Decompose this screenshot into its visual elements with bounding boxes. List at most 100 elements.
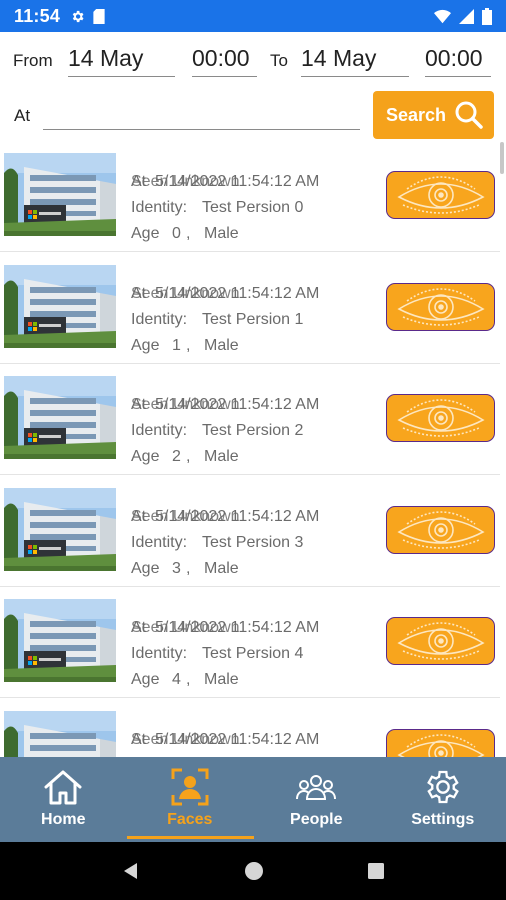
view-face-button[interactable]	[386, 506, 495, 554]
age-separator: ,	[186, 337, 191, 354]
building-thumbnail	[4, 599, 116, 682]
from-label: From	[13, 51, 53, 70]
nav-people-label: People	[290, 811, 343, 828]
seen-timestamp: At 5/14/2022 11:54:12 AM	[131, 619, 320, 636]
nav-people[interactable]: People	[253, 757, 380, 842]
age-label: Age	[131, 448, 160, 465]
status-right-icons	[434, 7, 492, 25]
wifi-icon	[434, 9, 451, 23]
age-separator: ,	[186, 560, 191, 577]
identity-value: Test Persion 0	[202, 199, 304, 216]
face-scan-icon	[171, 768, 209, 806]
age-value: 3	[172, 560, 181, 577]
people-group-icon	[296, 775, 337, 800]
nav-settings[interactable]: Settings	[380, 757, 506, 842]
gender-value: Male	[204, 337, 239, 354]
face-list[interactable]: Seen Unknown At 5/14/2022 11:54:12 AM Id…	[0, 141, 506, 757]
gender-value: Male	[204, 671, 239, 688]
gender-value: Male	[204, 225, 239, 242]
nav-home-label: Home	[41, 811, 86, 828]
building-thumbnail	[4, 265, 116, 348]
sim-card-icon	[93, 8, 105, 24]
nav-faces-label: Faces	[167, 811, 213, 828]
bottom-nav: Home Faces People Settings	[0, 757, 506, 842]
seen-timestamp: At 5/14/2022 11:54:12 AM	[131, 173, 320, 190]
nav-home[interactable]: Home	[0, 757, 127, 842]
gear-icon	[426, 770, 459, 804]
view-face-button[interactable]	[386, 394, 495, 442]
age-value: 4	[172, 671, 181, 688]
system-nav-bar	[0, 842, 506, 900]
back-icon[interactable]	[121, 861, 141, 881]
search-icon	[455, 101, 483, 129]
recents-icon[interactable]	[367, 862, 385, 880]
age-separator: ,	[186, 448, 191, 465]
age-value: 0	[172, 225, 181, 242]
nav-faces[interactable]: Faces	[127, 757, 254, 842]
view-face-button[interactable]	[386, 171, 495, 219]
search-button-label: Search	[386, 104, 447, 125]
to-label: To	[270, 51, 288, 70]
age-label: Age	[131, 671, 160, 688]
eye-icon	[396, 176, 485, 214]
eye-icon	[396, 511, 485, 549]
to-date-field[interactable]: 14 May	[301, 45, 409, 77]
list-item[interactable]: Seen Unknown At 5/14/2022 11:54:12 AM Id…	[0, 253, 500, 364]
age-label: Age	[131, 225, 160, 242]
building-thumbnail	[4, 153, 116, 236]
status-time: 11:54	[14, 5, 61, 26]
building-thumbnail	[4, 376, 116, 459]
nav-settings-label: Settings	[411, 811, 475, 828]
view-face-button[interactable]	[386, 729, 495, 757]
identity-value: Test Persion 3	[202, 534, 304, 551]
eye-icon	[396, 399, 485, 437]
eye-icon	[396, 622, 485, 660]
cell-signal-icon	[459, 8, 474, 24]
age-label: Age	[131, 560, 160, 577]
building-thumbnail	[4, 711, 116, 757]
age-value: 2	[172, 448, 181, 465]
to-time-field[interactable]: 00:00	[425, 45, 491, 77]
seen-timestamp: At 5/14/2022 11:54:12 AM	[131, 508, 320, 525]
identity-label: Identity:	[131, 645, 188, 662]
home-circle-icon[interactable]	[244, 861, 264, 881]
view-face-button[interactable]	[386, 617, 495, 665]
identity-label: Identity:	[131, 422, 188, 439]
seen-timestamp: At 5/14/2022 11:54:12 AM	[131, 396, 320, 413]
active-tab-indicator	[127, 836, 254, 839]
seen-timestamp: At 5/14/2022 11:54:12 AM	[131, 731, 320, 748]
from-time-field[interactable]: 00:00	[192, 45, 257, 77]
eye-icon	[396, 734, 485, 757]
gear-icon	[72, 10, 84, 22]
gender-value: Male	[204, 560, 239, 577]
age-label: Age	[131, 337, 160, 354]
list-item[interactable]: Seen Unknown At 5/14/2022 11:54:12 AM Id…	[0, 699, 500, 757]
view-face-button[interactable]	[386, 283, 495, 331]
from-date-field[interactable]: 14 May	[68, 45, 175, 77]
list-item[interactable]: Seen Unknown At 5/14/2022 11:54:12 AM Id…	[0, 141, 500, 252]
at-input[interactable]	[43, 98, 360, 130]
search-button[interactable]: Search	[373, 91, 494, 139]
seen-timestamp: At 5/14/2022 11:54:12 AM	[131, 285, 320, 302]
identity-value: Test Persion 2	[202, 422, 304, 439]
identity-label: Identity:	[131, 311, 188, 328]
battery-icon	[482, 7, 492, 25]
at-label: At	[14, 106, 31, 125]
building-thumbnail	[4, 488, 116, 571]
status-left-icons	[70, 8, 105, 24]
list-item[interactable]: Seen Unknown At 5/14/2022 11:54:12 AM Id…	[0, 587, 500, 698]
identity-label: Identity:	[131, 199, 188, 216]
gender-value: Male	[204, 448, 239, 465]
identity-value: Test Persion 4	[202, 645, 304, 662]
age-separator: ,	[186, 671, 191, 688]
identity-value: Test Persion 1	[202, 311, 304, 328]
list-item[interactable]: Seen Unknown At 5/14/2022 11:54:12 AM Id…	[0, 364, 500, 475]
eye-icon	[396, 288, 485, 326]
age-separator: ,	[186, 225, 191, 242]
list-item[interactable]: Seen Unknown At 5/14/2022 11:54:12 AM Id…	[0, 476, 500, 587]
status-bar: 11:54	[0, 0, 506, 32]
identity-label: Identity:	[131, 534, 188, 551]
age-value: 1	[172, 337, 181, 354]
list-scrollbar[interactable]	[500, 142, 504, 174]
home-icon	[44, 770, 82, 805]
